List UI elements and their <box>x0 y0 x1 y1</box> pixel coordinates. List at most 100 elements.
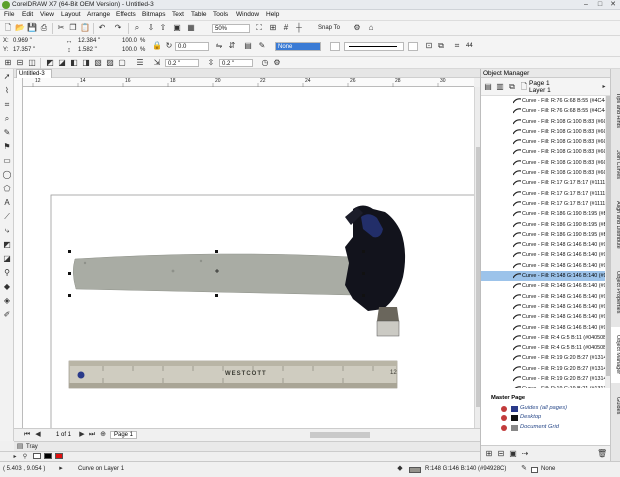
height-field[interactable]: 1.582 " <box>78 47 97 53</box>
page-tab[interactable]: Page 1 <box>110 431 138 439</box>
outline-width-select[interactable]: None <box>275 42 321 51</box>
docker-tab-tips[interactable]: Tips and Hints <box>611 81 620 139</box>
object-list-item[interactable]: Curve - Fill: R:148 G:146 B:140 (#94928C… <box>481 292 605 302</box>
object-list-item[interactable]: Curve - Fill: R:108 G:100 B:83 (#6C6453) <box>481 147 605 157</box>
visibility-eye-icon[interactable] <box>501 405 507 412</box>
drop-shadow-tool-icon[interactable]: ◩ <box>2 240 12 250</box>
cut-icon[interactable]: ✂ <box>56 23 66 33</box>
object-list-item[interactable]: Curve - Fill: R:186 G:190 B:195 (#BABEC3… <box>481 230 605 240</box>
object-list-item[interactable]: Curve - Fill: R:19 G:20 B:27 (#13141B) <box>481 353 605 363</box>
add-page-icon[interactable]: ⊕ <box>98 430 108 440</box>
simplify-icon[interactable]: ◨ <box>81 58 91 68</box>
zoom-level-field[interactable]: 50% <box>212 24 250 33</box>
object-list-item[interactable]: Curve - Fill: R:186 G:190 B:195 (#BABEC3… <box>481 220 605 230</box>
menu-help[interactable]: Help <box>266 11 279 18</box>
document-tab[interactable]: Untitled-3 <box>16 69 52 78</box>
save-icon[interactable]: 💾 <box>27 23 37 33</box>
boundary-icon[interactable]: ▢ <box>117 58 127 68</box>
application-launcher-icon[interactable]: ▦ <box>186 23 196 33</box>
start-arrowhead-select[interactable] <box>330 42 340 51</box>
object-list-item[interactable]: Curve - Fill: R:19 G:20 B:27 (#13141B) <box>481 374 605 384</box>
ungroup-icon[interactable]: ⊟ <box>15 58 25 68</box>
scale-height-field[interactable]: 100.0 <box>122 47 137 53</box>
crop-tool-icon[interactable]: ⌗ <box>2 100 12 110</box>
object-list-item[interactable]: Curve - Fill: R:148 G:146 B:140 (#94928C… <box>481 250 605 260</box>
weld-icon[interactable]: ◩ <box>45 58 55 68</box>
back-minus-front-icon[interactable]: ▨ <box>105 58 115 68</box>
fill-color-swatch[interactable] <box>409 467 421 473</box>
publish-pdf-icon[interactable]: ▣ <box>172 23 182 33</box>
zoom-tool-icon[interactable]: ⌕ <box>2 114 12 124</box>
docker-tab-object-properties[interactable]: Object Properties <box>611 265 620 319</box>
connector-tool-icon[interactable]: ⤷ <box>2 226 12 236</box>
menu-bitmaps[interactable]: Bitmaps <box>142 11 165 18</box>
drawing-canvas[interactable]: WESTCOTT 12 <box>23 87 474 428</box>
intersect-icon[interactable]: ◧ <box>69 58 79 68</box>
horizontal-scroll-thumb[interactable] <box>310 432 370 438</box>
show-properties-icon[interactable]: ▤ <box>483 82 493 92</box>
object-list-item[interactable]: Curve - Fill: R:148 G:146 B:140 (#94928C… <box>481 281 605 291</box>
object-list-item[interactable]: Curve - Fill: R:17 G:17 B:17 (#111111) <box>481 189 605 199</box>
master-item-desktop[interactable]: Desktop <box>481 413 611 423</box>
delete-icon[interactable]: 🗑 <box>597 449 607 459</box>
visibility-eye-icon[interactable] <box>501 415 507 421</box>
object-list-item[interactable]: Curve - Fill: R:148 G:146 B:140 (#94928C… <box>481 312 605 322</box>
menu-file[interactable]: File <box>4 11 14 18</box>
new-layer-icon[interactable]: ⊞ <box>484 449 494 459</box>
y-position-field[interactable]: 17.357 " <box>13 47 35 53</box>
scale-width-field[interactable]: 100.0 <box>122 38 137 44</box>
menu-layout[interactable]: Layout <box>61 11 81 18</box>
first-page-icon[interactable]: ⏮ <box>22 430 32 440</box>
snap-to-dropdown[interactable]: Snap To <box>318 25 340 31</box>
welcome-screen-icon[interactable]: ⌂ <box>366 23 376 33</box>
object-list-item[interactable]: Curve - Fill: R:19 G:20 B:27 (#13141B) <box>481 364 605 374</box>
redo-icon[interactable]: ↷ <box>113 23 123 33</box>
eyedropper-tool-icon[interactable]: ⚲ <box>2 268 12 278</box>
ellipse-tool-icon[interactable]: ◯ <box>2 170 12 180</box>
object-list-item[interactable]: Curve - Fill: R:148 G:146 B:140 (#94928C… <box>481 271 605 282</box>
object-list-item[interactable]: Curve - Fill: R:148 G:146 B:140 (#94928C… <box>481 323 605 333</box>
rectangle-tool-icon[interactable]: ▭ <box>2 156 12 166</box>
docker-tab-object-manager[interactable]: Object Manager <box>611 327 620 383</box>
menu-window[interactable]: Window <box>236 11 259 18</box>
parallel-dimension-tool-icon[interactable]: ⟋ <box>2 212 12 222</box>
object-list-item[interactable]: Curve - Fill: R:148 G:146 B:140 (#94928C… <box>481 261 605 271</box>
vertical-ruler[interactable] <box>14 78 23 428</box>
outline-color-swatch[interactable] <box>531 467 538 473</box>
outline-tool-icon[interactable]: ✐ <box>2 310 12 320</box>
object-list-item[interactable]: Curve - Fill: R:186 G:190 B:195 (#BABEC3… <box>481 209 605 219</box>
quick-customize-icon[interactable]: ⚙ <box>272 58 282 68</box>
red-swatch[interactable] <box>55 453 63 459</box>
next-page-icon[interactable]: ▶ <box>77 430 87 440</box>
visibility-eye-icon[interactable] <box>501 424 507 431</box>
export-icon[interactable]: ⇧ <box>158 23 168 33</box>
docker-tab-join-curves[interactable]: Join Curves <box>611 145 620 185</box>
options-gear-icon[interactable]: ⚙ <box>352 23 362 33</box>
object-list-item[interactable]: Curve - Fill: R:17 G:17 B:17 (#111111) <box>481 178 605 188</box>
show-rulers-icon[interactable]: ⊞ <box>268 23 278 33</box>
master-item-guides[interactable]: Guides (all pages) <box>481 404 611 414</box>
object-list-item[interactable]: Curve - Fill: R:108 G:100 B:83 (#6C6453) <box>481 137 605 147</box>
object-list-item[interactable]: Curve - Fill: R:148 G:146 B:140 (#94928C… <box>481 302 605 312</box>
docker-menu-arrow-icon[interactable]: ▸ <box>599 82 609 92</box>
smart-fill-icon[interactable]: ◈ <box>2 296 12 306</box>
menu-text[interactable]: Text <box>172 11 184 18</box>
menu-view[interactable]: View <box>40 11 54 18</box>
full-screen-icon[interactable]: ⛶ <box>254 23 264 33</box>
polygon-tool-icon[interactable]: ⬠ <box>2 184 12 194</box>
object-list-item[interactable]: Curve - Fill: R:19 G:19 B:21 (#131315) <box>481 384 605 388</box>
lock-ratio-icon[interactable]: 🔒 <box>152 41 162 51</box>
trim-icon[interactable]: ◪ <box>57 58 67 68</box>
last-page-icon[interactable]: ⏭ <box>87 430 97 440</box>
edit-across-layers-icon[interactable]: ⧉ <box>507 82 517 92</box>
show-guidelines-icon[interactable]: ┼ <box>294 23 304 33</box>
horizontal-ruler[interactable]: 12 14 16 18 20 22 24 26 28 30 <box>23 78 474 87</box>
front-minus-back-icon[interactable]: ▧ <box>93 58 103 68</box>
nudge-field[interactable]: 44 <box>466 43 473 49</box>
docker-tab-align[interactable]: Align and Distribute <box>611 191 620 259</box>
object-list-item[interactable]: Curve - Fill: R:17 G:17 B:17 (#111111) <box>481 199 605 209</box>
group-icon[interactable]: ⊞ <box>3 58 13 68</box>
menu-edit[interactable]: Edit <box>22 11 33 18</box>
master-page-row[interactable]: Master Page <box>481 394 611 404</box>
object-list-item[interactable]: Curve - Fill: R:108 G:100 B:83 (#6C6453) <box>481 127 605 137</box>
